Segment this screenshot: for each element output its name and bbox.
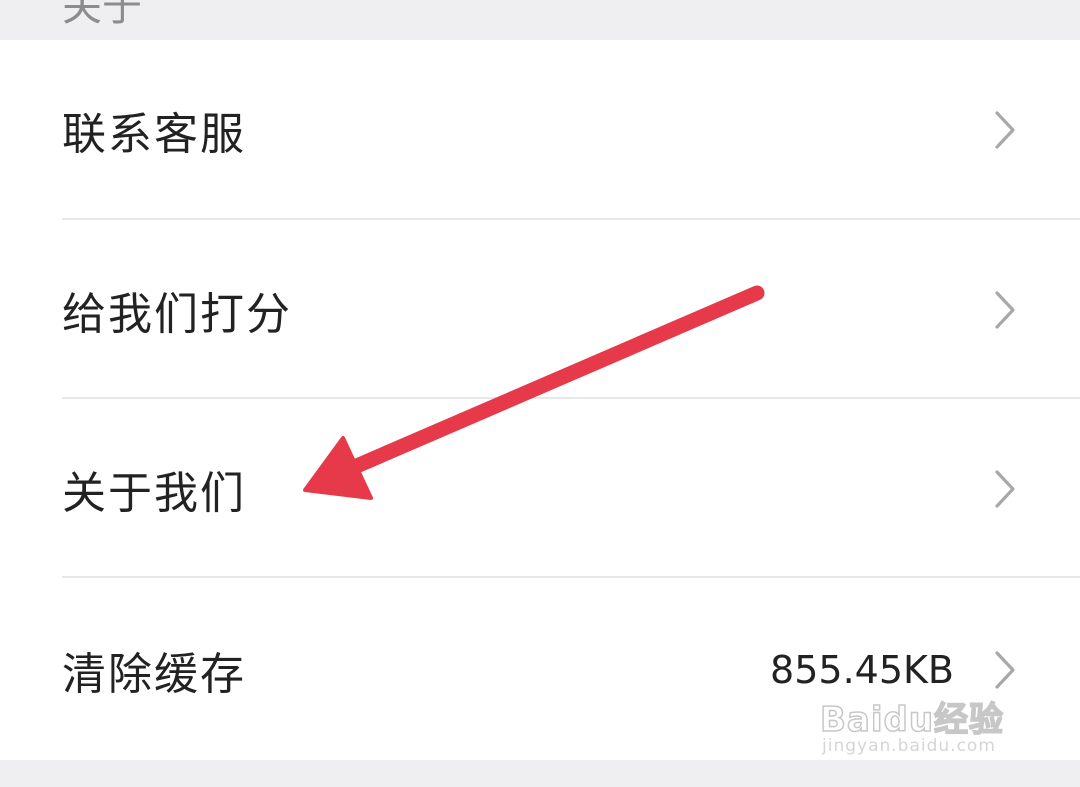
section-header-strip: 关于 [0, 0, 1080, 40]
menu-item-rate-us[interactable]: 给我们打分 [0, 220, 1080, 399]
watermark-url: jingyan.baidu.com [822, 736, 996, 756]
divider [62, 576, 1080, 578]
baidu-jingyan-watermark: Baidu经验 jingyan.baidu.com [819, 692, 1020, 762]
settings-list: 联系客服 给我们打分 关于我们 清除缓存 855.45KB [0, 40, 1080, 760]
menu-item-contact-support[interactable]: 联系客服 [0, 40, 1080, 219]
chevron-right-icon [995, 650, 1015, 689]
menu-item-label: 给我们打分 [62, 288, 292, 340]
menu-item-about-us[interactable]: 关于我们 [0, 399, 1080, 578]
chevron-right-icon [995, 290, 1015, 329]
menu-item-label: 关于我们 [62, 467, 246, 519]
menu-item-label: 清除缓存 [62, 648, 246, 700]
menu-item-label: 联系客服 [62, 108, 246, 160]
watermark-logo: Baidu经验 [819, 699, 1005, 741]
cache-size-value: 855.45KB [770, 647, 954, 692]
section-header-label: 关于 [62, 0, 142, 30]
chevron-right-icon [995, 110, 1015, 149]
chevron-right-icon [995, 469, 1015, 508]
bottom-section-strip [0, 760, 1080, 787]
